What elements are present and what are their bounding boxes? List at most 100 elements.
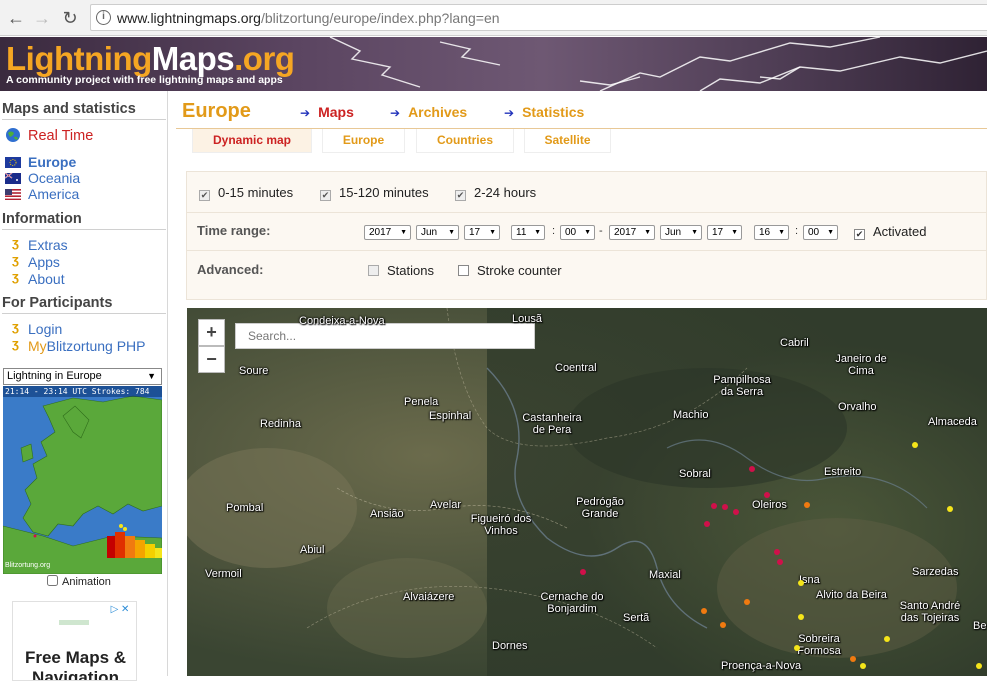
to-year-select[interactable]: 2017 ▼ (609, 225, 655, 240)
chevron-down-icon: ▼ (448, 229, 455, 236)
filter-0-15-minutes[interactable]: ✔ 0-15 minutes (199, 185, 293, 201)
place-label: Espinhal (429, 410, 472, 422)
tab-dynamic-map[interactable]: Dynamic map (192, 129, 312, 153)
filter-2-24-hours[interactable]: ✔ 2-24 hours (455, 185, 536, 201)
checkbox-unchecked-icon[interactable] (458, 265, 469, 276)
lightning-strike-marker (580, 569, 586, 575)
nav-statistics[interactable]: ➔ Statistics (504, 104, 584, 120)
nav-archives[interactable]: ➔ Archives (390, 104, 467, 120)
sidebar-link-europe[interactable]: Europe (28, 154, 76, 170)
place-label: Cernache do Bonjardim (540, 591, 604, 615)
reload-icon[interactable]: ↻ (58, 6, 82, 30)
sidebar-link-realtime[interactable]: Real Time (28, 128, 93, 144)
globe-icon (6, 128, 20, 142)
europe-mini-map[interactable]: 21:14 - 23:14 UTC Strokes: 784 Blitzortu… (3, 386, 162, 574)
mini-map-graphic (3, 395, 162, 574)
from-hour-select[interactable]: 11 ▼ (511, 225, 545, 240)
from-year-select[interactable]: 2017 ▼ (364, 225, 411, 240)
place-label: Ansião (370, 508, 404, 520)
animation-checkbox[interactable] (47, 575, 58, 586)
lightning-bullet-icon: ʒ (12, 319, 19, 334)
to-minute-select[interactable]: 00 ▼ (803, 225, 838, 240)
place-label: Sobral (679, 468, 711, 480)
tab-countries[interactable]: Countries (416, 129, 514, 153)
stations-label: Stations (387, 263, 434, 278)
nav-maps[interactable]: ➔ Maps (300, 104, 354, 120)
from-day-select[interactable]: 17 ▼ (464, 225, 500, 240)
logo-part-org: .org (234, 40, 295, 77)
sidebar-link-blitzortung-php[interactable]: MyBlitzortung PHP (28, 338, 146, 354)
sidebar-link-apps[interactable]: Apps (28, 254, 60, 270)
back-arrow-icon[interactable]: ← (4, 6, 28, 30)
place-label: Condeixa-a-Nova (299, 315, 385, 327)
lightning-bullet-icon: ʒ (12, 336, 19, 351)
lightning-bullet-icon: ʒ (12, 269, 19, 284)
lightning-strike-marker (704, 521, 710, 527)
sidebar-link-oceania[interactable]: Oceania (28, 170, 80, 186)
lightning-strike-marker (749, 466, 755, 472)
place-label: Soure (239, 365, 269, 377)
sidebar-link-extras[interactable]: Extras (28, 237, 68, 253)
address-bar[interactable]: i www.lightningmaps.org/blitzortung/euro… (90, 4, 987, 31)
filter-15-120-minutes[interactable]: ✔ 15-120 minutes (320, 185, 429, 201)
map-search-input[interactable]: Search... (235, 323, 535, 349)
sidebar-link-about[interactable]: About (28, 271, 65, 287)
place-label: Machio (673, 409, 709, 421)
info-icon[interactable]: i (96, 10, 111, 25)
stroke-counter-toggle[interactable]: Stroke counter (458, 263, 562, 278)
checkbox-checked-icon[interactable]: ✔ (455, 190, 466, 201)
from-minute-select[interactable]: 00 ▼ (560, 225, 595, 240)
place-label: Orvalho (838, 401, 877, 413)
site-logo[interactable]: LightningMaps.org (6, 40, 295, 78)
mini-map-watermark: Blitzortung.org (5, 562, 51, 569)
checkbox-checked-icon[interactable]: ✔ (199, 190, 210, 201)
checkbox-checked-icon[interactable]: ✔ (320, 190, 331, 201)
url-text[interactable]: www.lightningmaps.org/blitzortung/europe… (117, 10, 500, 26)
lightning-map[interactable]: + − Search... Condeixa-a-Nova Lousã Cabr… (187, 308, 987, 676)
mini-map-region-select[interactable]: Lightning in Europe ▼ (3, 368, 162, 385)
advertisement[interactable]: ▷ ✕ Free Maps & Navigation (12, 601, 137, 681)
stations-toggle[interactable]: Stations (368, 263, 434, 278)
place-label: Sarzedas (912, 566, 959, 578)
chevron-down-icon: ▼ (400, 229, 407, 236)
ad-choices-icon[interactable]: ▷ ✕ (105, 603, 135, 617)
checkbox-disabled-icon[interactable] (368, 265, 379, 276)
time-range-activated[interactable]: ✔ Activated (854, 224, 926, 240)
browser-toolbar: ← → ↻ i www.lightningmaps.org/blitzortun… (0, 0, 987, 36)
checkbox-checked-icon[interactable]: ✔ (854, 229, 865, 240)
lightning-strike-marker (722, 504, 728, 510)
from-month-select[interactable]: Jun ▼ (416, 225, 459, 240)
tab-satellite[interactable]: Satellite (524, 129, 611, 153)
nav-archives-label: Archives (408, 104, 468, 120)
place-label: Castanheira de Pera (522, 412, 582, 436)
place-label: Alvaiázere (403, 591, 455, 603)
to-day-select[interactable]: 17 ▼ (707, 225, 742, 240)
sidebar-link-america[interactable]: America (28, 186, 79, 202)
filter-0-15-label: 0-15 minutes (218, 185, 294, 200)
to-month-select[interactable]: Jun ▼ (660, 225, 702, 240)
lightning-strike-marker (860, 663, 866, 669)
zoom-in-button[interactable]: + (198, 319, 225, 346)
chevron-down-icon: ▼ (489, 229, 496, 236)
animation-toggle[interactable]: Animation (47, 575, 111, 588)
place-label: Vermoil (205, 568, 242, 580)
lightning-strike-marker (947, 506, 953, 512)
from-minute-value: 00 (565, 227, 577, 238)
stroke-counter-label: Stroke counter (477, 263, 562, 278)
logo-part-maps: Maps (151, 40, 235, 77)
to-hour-select[interactable]: 16 ▼ (754, 225, 789, 240)
zoom-out-button[interactable]: − (198, 346, 225, 373)
sidebar-link-login[interactable]: Login (28, 321, 62, 337)
place-label: Sertã (623, 612, 650, 624)
place-label: Avelar (430, 499, 461, 511)
place-label: Penela (404, 396, 439, 408)
logo-part-lightning: Lightning (6, 40, 152, 77)
chevron-down-icon: ▼ (147, 371, 156, 381)
chevron-down-icon: ▼ (534, 229, 541, 236)
place-label: Figueiró dos Vinhos (470, 513, 532, 537)
chevron-down-icon: ▼ (584, 229, 591, 236)
place-label: Coentral (555, 362, 597, 374)
tab-europe[interactable]: Europe (322, 129, 405, 153)
options-divider (187, 250, 987, 251)
forward-arrow-icon[interactable]: → (30, 6, 54, 30)
